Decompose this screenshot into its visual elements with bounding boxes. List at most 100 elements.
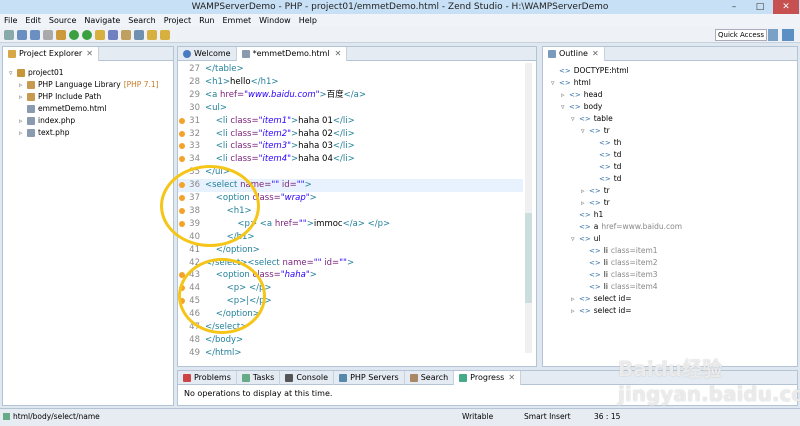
element-icon: <> bbox=[579, 210, 591, 219]
print-icon[interactable] bbox=[43, 30, 53, 40]
perspective-icon[interactable] bbox=[768, 29, 778, 41]
expand-arrow-icon[interactable]: ▿ bbox=[551, 79, 559, 87]
outline-item[interactable]: ▹ <> tr bbox=[581, 197, 610, 208]
outline-item[interactable]: <> h1 bbox=[571, 209, 603, 220]
scrollbar-thumb[interactable] bbox=[525, 213, 532, 303]
minimize-button[interactable]: – bbox=[721, 0, 747, 14]
tab-progress[interactable]: Progress ✕ bbox=[454, 370, 522, 385]
php-perspective-icon[interactable] bbox=[782, 29, 794, 41]
expand-arrow-icon[interactable]: ▹ bbox=[19, 93, 27, 101]
code-line[interactable]: 34 <li class="item4">haha 04</li> bbox=[178, 153, 523, 166]
expand-arrow-icon[interactable]: ▿ bbox=[561, 103, 569, 111]
new-icon[interactable] bbox=[4, 30, 14, 40]
outline-item[interactable]: <> a href=www.baidu.com bbox=[571, 221, 682, 232]
menu-file[interactable]: File bbox=[4, 16, 17, 25]
menu-run[interactable]: Run bbox=[199, 16, 214, 25]
maximize-button[interactable]: □ bbox=[747, 0, 773, 14]
tab-tasks[interactable]: Tasks bbox=[237, 370, 281, 385]
menu-help[interactable]: Help bbox=[299, 16, 317, 25]
code-line[interactable]: 29 <a href="www.baidu.com">百度</a> bbox=[178, 89, 523, 102]
tree-item[interactable]: ▹ PHP Include Path bbox=[19, 91, 101, 102]
outline-item[interactable]: <> th bbox=[591, 137, 621, 148]
outline-item[interactable]: <> li class=item2 bbox=[581, 257, 658, 268]
code-line[interactable]: 27 </table> bbox=[178, 63, 523, 76]
close-button[interactable]: ✕ bbox=[773, 0, 799, 14]
outline-item[interactable]: <> td bbox=[591, 173, 621, 184]
tab-search[interactable]: Search bbox=[405, 370, 455, 385]
expand-arrow-icon[interactable]: ▿ bbox=[571, 115, 579, 123]
save-all-icon[interactable] bbox=[30, 30, 40, 40]
quick-access-input[interactable]: Quick Access bbox=[715, 29, 767, 41]
tab-problems[interactable]: Problems bbox=[178, 370, 237, 385]
outline-item[interactable]: ▿ <> body bbox=[561, 101, 602, 112]
tree-item[interactable]: ▹ index.php bbox=[19, 115, 75, 126]
close-icon[interactable]: ✕ bbox=[86, 49, 93, 58]
code-line[interactable]: 30 <ul> bbox=[178, 102, 523, 115]
outline-item[interactable]: <> li class=item3 bbox=[581, 269, 658, 280]
menu-emmet[interactable]: Emmet bbox=[222, 16, 251, 25]
tree-item[interactable]: emmetDemo.html bbox=[19, 103, 106, 114]
outline-item[interactable]: ▹ <> head bbox=[561, 89, 602, 100]
outline-item[interactable]: <> DOCTYPE:html bbox=[551, 65, 629, 76]
search-icon[interactable] bbox=[108, 30, 118, 40]
expand-arrow-icon[interactable]: ▹ bbox=[561, 91, 569, 99]
open-type-icon[interactable] bbox=[95, 30, 105, 40]
close-icon[interactable]: ✕ bbox=[508, 373, 515, 382]
code-line[interactable]: 33 <li class="item3">haha 03</li> bbox=[178, 140, 523, 153]
tab-php-servers[interactable]: PHP Servers bbox=[334, 370, 405, 385]
outline-item[interactable]: <> td bbox=[591, 149, 621, 160]
close-icon[interactable]: ✕ bbox=[592, 49, 599, 58]
outline-item[interactable]: ▹ <> select id= bbox=[571, 305, 632, 316]
back-icon[interactable] bbox=[147, 30, 157, 40]
tab-outline[interactable]: Outline ✕ bbox=[543, 46, 605, 61]
run-icon[interactable] bbox=[69, 30, 79, 40]
close-icon[interactable]: ✕ bbox=[335, 49, 342, 58]
tab-project-explorer[interactable]: Project Explorer ✕ bbox=[3, 46, 99, 61]
tab-console[interactable]: Console bbox=[280, 370, 335, 385]
tree-item[interactable]: ▹ text.php bbox=[19, 127, 69, 138]
debug-icon[interactable] bbox=[56, 30, 66, 40]
code-line[interactable]: 48 </body> bbox=[178, 334, 523, 347]
expand-arrow-icon[interactable]: ▹ bbox=[19, 81, 27, 89]
expand-arrow-icon[interactable]: ▹ bbox=[581, 187, 589, 195]
run-external-icon[interactable] bbox=[82, 30, 92, 40]
editor-scrollbar[interactable] bbox=[525, 63, 532, 353]
code-line[interactable]: 28 <h1>hello</h1> bbox=[178, 76, 523, 89]
outline-item-label: DOCTYPE:html bbox=[573, 66, 629, 75]
tab-welcome[interactable]: Welcome bbox=[178, 46, 237, 61]
expand-arrow-icon[interactable]: ▹ bbox=[19, 117, 27, 125]
code-line[interactable]: 31 <li class="item1">haha 01</li> bbox=[178, 115, 523, 128]
menu-edit[interactable]: Edit bbox=[25, 16, 41, 25]
edit-icon[interactable] bbox=[121, 30, 131, 40]
code-line[interactable]: 41 </option> bbox=[178, 244, 523, 257]
tab-emmetdemo[interactable]: *emmetDemo.html ✕ bbox=[236, 46, 348, 61]
expand-arrow-icon[interactable]: ▿ bbox=[9, 69, 17, 77]
expand-arrow-icon[interactable]: ▿ bbox=[581, 127, 589, 135]
forward-icon[interactable] bbox=[134, 30, 144, 40]
outline-item[interactable]: ▿ <> tr bbox=[581, 125, 610, 136]
menu-search[interactable]: Search bbox=[128, 16, 155, 25]
expand-arrow-icon[interactable]: ▹ bbox=[581, 199, 589, 207]
expand-arrow-icon[interactable]: ▹ bbox=[571, 307, 579, 315]
outline-item[interactable]: ▿ <> ul bbox=[571, 233, 601, 244]
code-line[interactable]: 32 <li class="item2">haha 02</li> bbox=[178, 128, 523, 141]
outline-item[interactable]: ▿ <> table bbox=[571, 113, 613, 124]
outline-item[interactable]: <> td bbox=[591, 161, 621, 172]
outline-item[interactable]: ▹ <> select id= bbox=[571, 293, 632, 304]
outline-item[interactable]: ▿ <> html bbox=[551, 77, 591, 88]
menu-source[interactable]: Source bbox=[49, 16, 76, 25]
menu-project[interactable]: Project bbox=[164, 16, 191, 25]
outline-item[interactable]: <> li class=item4 bbox=[581, 281, 658, 292]
expand-arrow-icon[interactable]: ▿ bbox=[571, 235, 579, 243]
outline-item[interactable]: <> li class=item1 bbox=[581, 245, 658, 256]
expand-arrow-icon[interactable]: ▹ bbox=[19, 129, 27, 137]
tree-item[interactable]: ▹ PHP Language Library [PHP 7.1] bbox=[19, 79, 159, 90]
code-line[interactable]: 49 </html> bbox=[178, 347, 523, 360]
menu-navigate[interactable]: Navigate bbox=[84, 16, 120, 25]
next-icon[interactable] bbox=[160, 30, 170, 40]
outline-item[interactable]: ▹ <> tr bbox=[581, 185, 610, 196]
menu-window[interactable]: Window bbox=[259, 16, 291, 25]
tree-item[interactable]: ▿ project01 bbox=[9, 67, 64, 78]
expand-arrow-icon[interactable]: ▹ bbox=[571, 295, 579, 303]
save-icon[interactable] bbox=[17, 30, 27, 40]
